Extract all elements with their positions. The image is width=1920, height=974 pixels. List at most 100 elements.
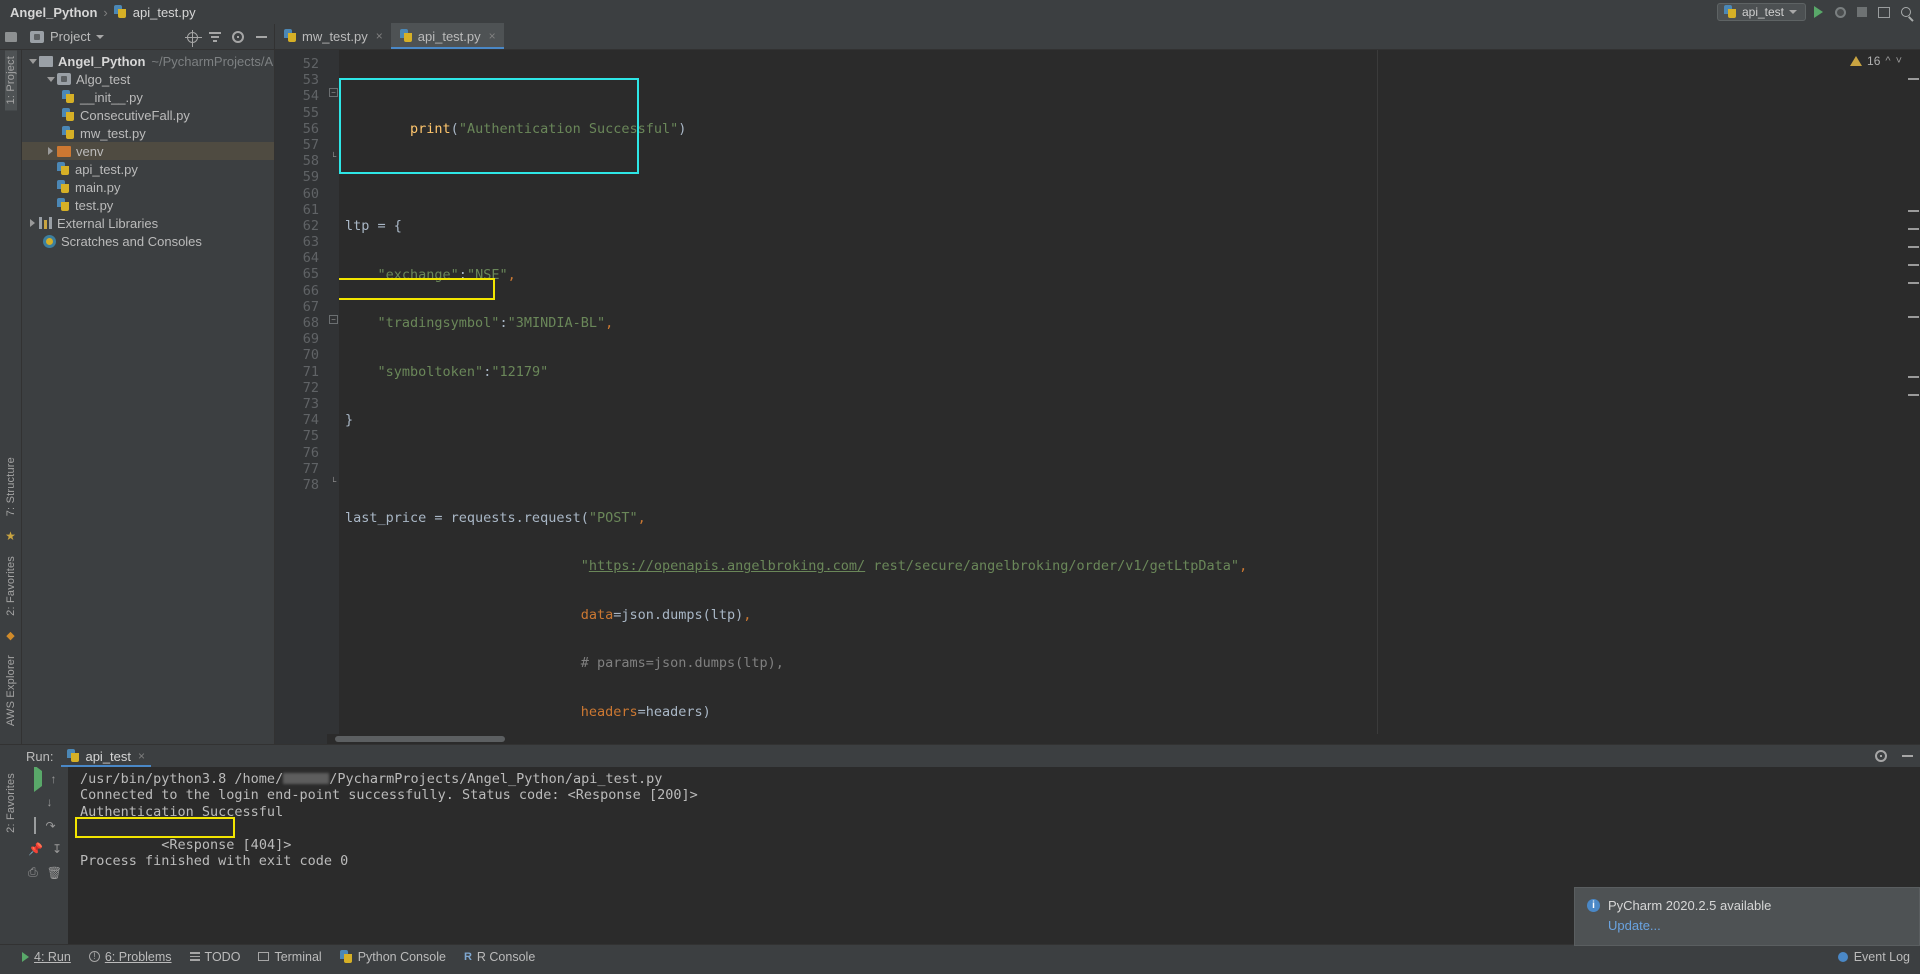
layout-button[interactable] [1874, 2, 1894, 22]
scrollbar-thumb[interactable] [335, 736, 505, 742]
status-item-label: 4: Run [34, 949, 71, 964]
chevron-up-icon[interactable]: ^ [1885, 55, 1890, 67]
soft-wrap-button[interactable]: ↷ [45, 819, 55, 833]
project-panel-title[interactable]: Project [50, 29, 90, 44]
locate-file-button[interactable] [184, 29, 202, 47]
chevron-right-icon[interactable] [44, 147, 57, 155]
run-toolbar: ↑ ↓ ↷ 📌 ↧ ⎙ 🗑 [22, 765, 68, 944]
close-icon[interactable]: × [376, 29, 383, 43]
project-tree[interactable]: Angel_Python ~/PycharmProjects/Ang Algo_… [22, 50, 275, 744]
sidebar-item-project[interactable]: 1: Project [4, 50, 17, 111]
pin-button[interactable]: 📌 [28, 842, 43, 856]
sidebar-item-aws-explorer[interactable]: AWS Explorer [5, 649, 17, 732]
scroll-up-button[interactable]: ↑ [51, 772, 57, 786]
run-panel-label: Run: [26, 748, 54, 764]
tree-node-scratches[interactable]: Scratches and Consoles [22, 232, 274, 250]
line-number: 58 [302, 153, 319, 170]
rerun-icon [33, 765, 42, 792]
run-hide-button[interactable] [1900, 749, 1914, 763]
python-file-icon [62, 108, 75, 122]
tree-node-api-test-py[interactable]: api_test.py [22, 160, 274, 178]
trash-button[interactable]: 🗑 [47, 866, 62, 880]
code-line: } [345, 412, 354, 429]
python-file-icon [284, 29, 297, 43]
line-number: 63 [302, 234, 319, 251]
breadcrumb-separator: › [103, 4, 108, 20]
bookmark-icon[interactable]: ★ [5, 529, 16, 543]
fold-marker-end[interactable]: └ [329, 478, 338, 487]
search-button[interactable] [1896, 2, 1916, 22]
collapse-all-button[interactable] [208, 30, 222, 44]
sidebar-item-favorites-run[interactable]: 2: Favorites [5, 767, 17, 839]
tree-node-main-py[interactable]: main.py [22, 178, 274, 196]
layout-button[interactable] [34, 817, 37, 834]
event-log-label[interactable]: Event Log [1854, 950, 1910, 964]
breadcrumb-project[interactable]: Angel_Python [10, 5, 97, 20]
tab-mw-test[interactable]: mw_test.py × [275, 23, 391, 49]
tab-api-test[interactable]: api_test.py × [390, 23, 504, 49]
editor-area: 52 53 54 55 56 57 58 59 60 61 62 63 64 6… [275, 50, 1920, 744]
tree-node-init-py[interactable]: __init__.py [22, 88, 274, 106]
line-number: 57 [302, 136, 319, 153]
debug-button[interactable] [1830, 2, 1850, 22]
code-editor[interactable]: 52 53 54 55 56 57 58 59 60 61 62 63 64 6… [275, 50, 1920, 744]
rerun-button[interactable] [33, 765, 42, 792]
status-item-label: Terminal [274, 949, 322, 964]
status-item-todo[interactable]: TODO [189, 950, 240, 964]
collapse-all-icon [209, 32, 221, 42]
tree-node-algo-test[interactable]: Algo_test [22, 70, 274, 88]
console-line: Connected to the login end-point success… [80, 787, 698, 804]
scroll-to-end-button[interactable]: ↧ [52, 842, 62, 856]
settings-button[interactable] [231, 30, 245, 44]
tree-node-external-libraries[interactable]: External Libraries [22, 214, 274, 232]
line-number: 59 [302, 169, 319, 186]
run-configuration-selector[interactable]: api_test [1716, 3, 1806, 21]
project-panel-header: Project [22, 24, 275, 49]
status-item-python-console[interactable]: Python Console [339, 949, 446, 964]
sidebar-item-structure[interactable]: 7: Structure [5, 451, 17, 522]
chevron-down-icon[interactable] [44, 76, 57, 82]
gear-icon [232, 31, 244, 43]
print-button[interactable]: ⎙ [28, 865, 38, 880]
editor-horizontal-scrollbar[interactable] [327, 734, 1907, 744]
notification-update-link[interactable]: Update... [1608, 918, 1661, 933]
collapse-rail-icon[interactable] [5, 31, 17, 42]
editor-scrollbar[interactable] [1907, 50, 1920, 744]
titlebar-actions: api_test [1716, 0, 1916, 24]
tree-node-mw-test-py[interactable]: mw_test.py [22, 124, 274, 142]
url-link[interactable]: https://openapis.angelbroking.com/ [589, 558, 865, 574]
run-settings-button[interactable] [1874, 749, 1888, 763]
tree-node-venv[interactable]: venv [22, 142, 274, 160]
hide-panel-button[interactable] [254, 30, 268, 44]
status-item-terminal[interactable]: Terminal [258, 949, 322, 964]
fold-marker-end[interactable]: └ [329, 153, 338, 162]
line-number: 60 [302, 185, 319, 202]
fold-marker[interactable]: − [329, 315, 338, 324]
inspection-status[interactable]: 16 ^ ˅ [1850, 54, 1902, 68]
chevron-down-icon[interactable]: ˅ [1896, 55, 1902, 67]
tree-node-label: External Libraries [57, 215, 159, 231]
chevron-down-icon[interactable] [26, 58, 39, 64]
run-tab-api-test[interactable]: api_test × [61, 745, 151, 767]
tree-node-angel-python[interactable]: Angel_Python ~/PycharmProjects/Ang [22, 52, 274, 70]
status-item-problems[interactable]: 6: Problems [88, 950, 172, 964]
tree-node-consecutivefall-py[interactable]: ConsecutiveFall.py [22, 106, 274, 124]
sidebar-item-favorites[interactable]: 2: Favorites [5, 550, 17, 622]
chevron-down-icon[interactable] [96, 34, 105, 39]
breadcrumb-file[interactable]: api_test.py [133, 5, 196, 20]
status-item-run[interactable]: 4: Run [22, 950, 71, 964]
folder-orange-icon [57, 145, 71, 157]
stop-button[interactable] [1852, 2, 1872, 22]
notification-balloon[interactable]: i PyCharm 2020.2.5 available Update... [1574, 887, 1920, 946]
code-folding-gutter[interactable]: − └ − └ [327, 50, 339, 744]
tree-node-test-py[interactable]: test.py [22, 196, 274, 214]
status-item-r-console[interactable]: R R Console [464, 950, 535, 964]
scroll-down-button[interactable]: ↓ [47, 795, 53, 809]
fold-marker[interactable]: − [329, 88, 338, 97]
code-text[interactable]: print("Authentication Successful") ltp =… [339, 50, 1920, 744]
run-button[interactable] [1808, 2, 1828, 22]
chevron-right-icon[interactable] [26, 219, 39, 227]
close-icon[interactable]: × [489, 29, 496, 43]
notification-title: PyCharm 2020.2.5 available [1608, 898, 1772, 913]
close-icon[interactable]: × [138, 749, 145, 763]
